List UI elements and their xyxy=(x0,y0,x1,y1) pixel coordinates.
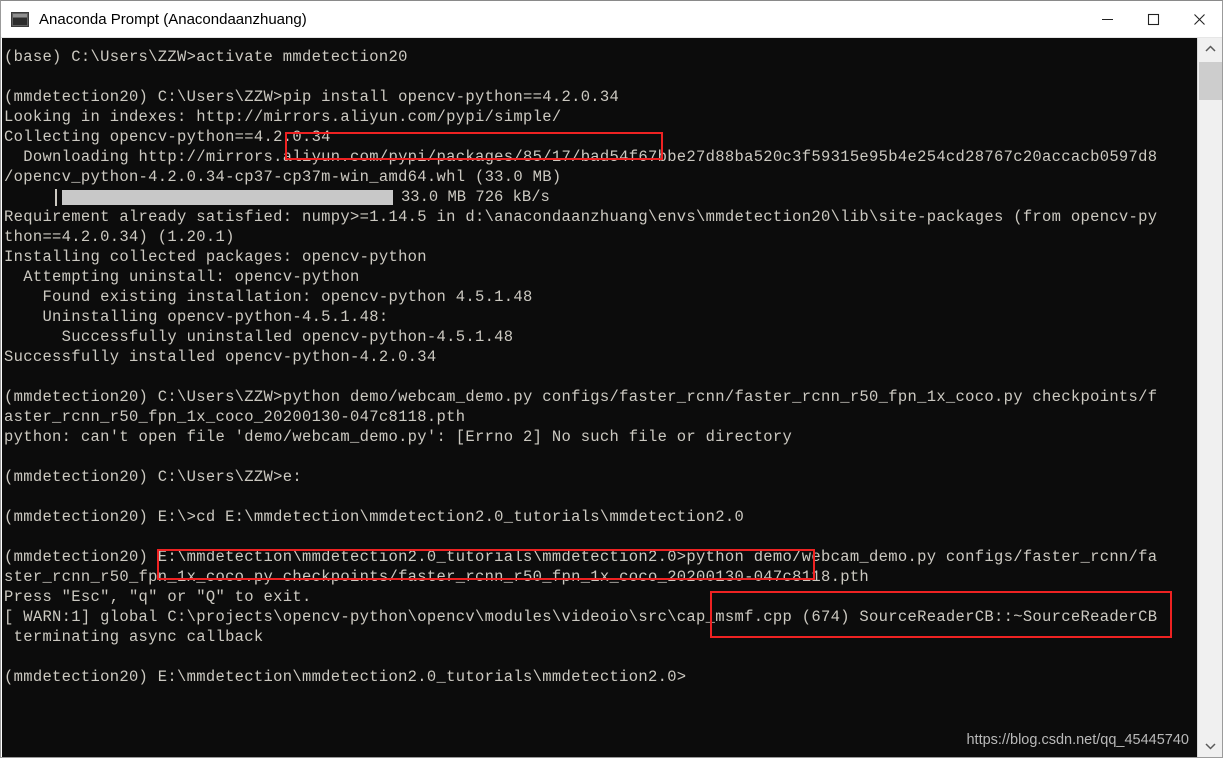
anaconda-prompt-window: Anaconda Prompt (Anacondaanzhuang) (base… xyxy=(0,0,1223,758)
window-title: Anaconda Prompt (Anacondaanzhuang) xyxy=(39,10,307,28)
scroll-down-arrow-icon[interactable] xyxy=(1198,735,1222,757)
scroll-up-arrow-icon[interactable] xyxy=(1198,38,1222,60)
watermark-text: https://blog.csdn.net/qq_45445740 xyxy=(966,732,1189,748)
title-bar[interactable]: Anaconda Prompt (Anacondaanzhuang) xyxy=(1,1,1222,38)
terminal-line: python: can't open file 'demo/webcam_dem… xyxy=(4,428,793,446)
terminal-line: aster_rcnn_r50_fpn_1x_coco_20200130-047c… xyxy=(4,408,466,426)
terminal-line: Successfully uninstalled opencv-python-4… xyxy=(4,328,514,346)
terminal-line: Requirement already satisfied: numpy>=1.… xyxy=(4,208,1158,226)
terminal-line: Found existing installation: opencv-pyth… xyxy=(4,288,533,306)
terminal-line: (mmdetection20) C:\Users\ZZW>pip install… xyxy=(4,88,620,106)
terminal-line: Collecting opencv-python==4.2.0.34 xyxy=(4,128,331,146)
minimize-button[interactable] xyxy=(1084,1,1130,37)
terminal-line: Looking in indexes: http://mirrors.aliyu… xyxy=(4,108,562,126)
vertical-scrollbar[interactable] xyxy=(1197,38,1222,757)
scrollbar-track[interactable] xyxy=(1198,60,1222,735)
terminal-line: ster_rcnn_r50_fpn_1x_coco.py checkpoints… xyxy=(4,568,870,586)
terminal-line: (mmdetection20) E:\mmdetection\mmdetecti… xyxy=(4,668,687,686)
terminal-line: Downloading http://mirrors.aliyun.com/py… xyxy=(4,148,1158,166)
window-controls xyxy=(1084,1,1222,37)
terminal-line: (mmdetection20) C:\Users\ZZW>e: xyxy=(4,468,302,486)
terminal-line: (mmdetection20) E:\>cd E:\mmdetection\mm… xyxy=(4,508,745,526)
terminal-line: Press "Esc", "q" or "Q" to exit. xyxy=(4,588,312,606)
terminal-line: /opencv_python-4.2.0.34-cp37-cp37m-win_a… xyxy=(4,168,562,186)
progress-caret xyxy=(55,189,57,206)
terminal-line: (mmdetection20) C:\Users\ZZW>python demo… xyxy=(4,388,1158,406)
terminal-line: (base) C:\Users\ZZW>activate mmdetection… xyxy=(4,48,408,66)
terminal-line: (mmdetection20) E:\mmdetection\mmdetecti… xyxy=(4,548,1158,566)
download-progress-row: 33.0 MB 726 kB/s xyxy=(2,187,1196,207)
maximize-button[interactable] xyxy=(1130,1,1176,37)
progress-status-text: 33.0 MB 726 kB/s xyxy=(401,188,550,206)
terminal-text-container: (base) C:\Users\ZZW>activate mmdetection… xyxy=(2,38,1196,757)
close-button[interactable] xyxy=(1176,1,1222,37)
console-window-icon xyxy=(11,11,29,27)
scrollbar-thumb[interactable] xyxy=(1199,62,1222,100)
terminal-line: thon==4.2.0.34) (1.20.1) xyxy=(4,228,235,246)
terminal-line: Attempting uninstall: opencv-python xyxy=(4,268,360,286)
terminal-output-area[interactable]: (base) C:\Users\ZZW>activate mmdetection… xyxy=(2,38,1221,757)
progress-bar-fill xyxy=(62,190,393,205)
terminal-line: Uninstalling opencv-python-4.5.1.48: xyxy=(4,308,389,326)
terminal-line: Installing collected packages: opencv-py… xyxy=(4,248,427,266)
terminal-line: [ WARN:1] global C:\projects\opencv-pyth… xyxy=(4,608,1158,626)
terminal-line: terminating async callback xyxy=(4,628,264,646)
terminal-line: Successfully installed opencv-python-4.2… xyxy=(4,348,437,366)
